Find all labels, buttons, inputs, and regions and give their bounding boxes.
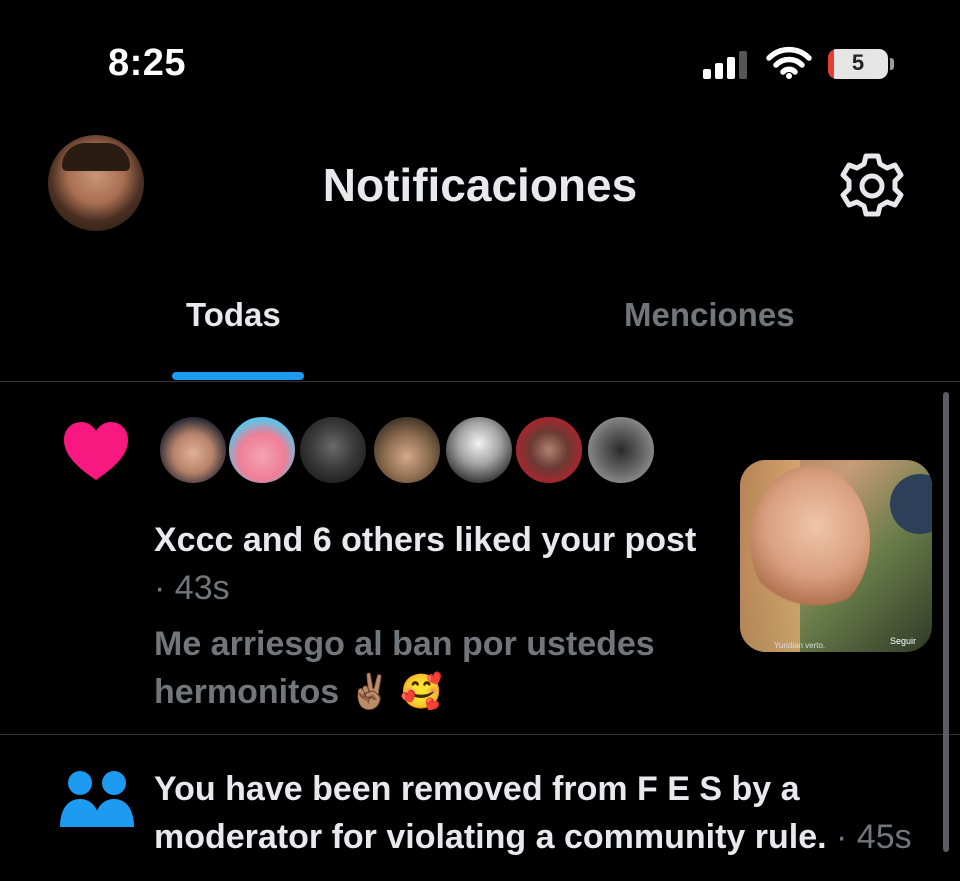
people-icon xyxy=(60,771,134,827)
heart-icon xyxy=(64,422,128,480)
separator-dot: · xyxy=(836,818,848,856)
liker-avatar[interactable] xyxy=(585,414,657,486)
liker-avatar[interactable] xyxy=(371,414,443,486)
cellular-signal-icon xyxy=(703,49,749,79)
wifi-icon xyxy=(766,46,812,79)
battery-percent: 5 xyxy=(851,50,865,75)
notification-time: 45s xyxy=(856,818,912,856)
separator-dot: · xyxy=(154,569,166,607)
battery-icon: 5 xyxy=(828,49,888,79)
liker-avatar[interactable] xyxy=(297,414,369,486)
liker-avatar[interactable] xyxy=(226,414,298,486)
notification-like[interactable]: Xccc and 6 others liked your post · 43s … xyxy=(0,382,940,734)
liker-avatar[interactable] xyxy=(513,414,585,486)
page-title: Notificaciones xyxy=(322,159,638,211)
battery-tip xyxy=(890,58,894,70)
gear-icon[interactable] xyxy=(836,150,908,222)
tab-menciones[interactable]: Menciones xyxy=(624,296,795,334)
post-thumbnail[interactable]: Yuridian verto. Seguir xyxy=(740,460,932,652)
thumbnail-follow-label: Seguir xyxy=(889,636,916,646)
notification-text: You have been removed from F E S by a mo… xyxy=(154,770,912,856)
post-preview-text: Me arriesgo al ban por ustedes hermonito… xyxy=(154,625,655,711)
notification-community[interactable]: You have been removed from F E S by a mo… xyxy=(0,735,940,881)
status-time: 8:25 xyxy=(108,42,187,84)
notification-text: Xccc and 6 others liked your post · 43s xyxy=(154,521,697,607)
liker-avatar[interactable] xyxy=(443,414,515,486)
liker-avatar[interactable] xyxy=(157,414,229,486)
scrollbar[interactable] xyxy=(943,392,949,852)
active-tab-indicator xyxy=(172,372,304,380)
thumbnail-caption: Yuridian verto. xyxy=(774,641,826,650)
tab-todas[interactable]: Todas xyxy=(186,296,281,334)
notification-time: 43s xyxy=(174,569,230,607)
